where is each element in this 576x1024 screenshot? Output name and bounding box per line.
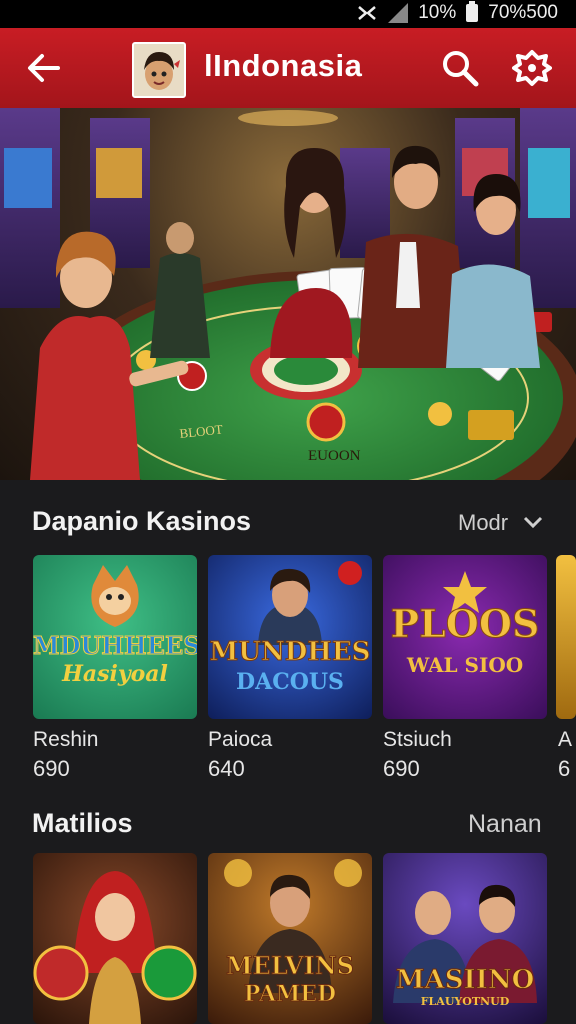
card-logo: MASIINO	[395, 965, 535, 996]
game-card-5[interactable]	[33, 853, 197, 1024]
game-card-3[interactable]: PLOOS WAL SIOO	[383, 555, 547, 719]
card-title: A	[558, 728, 573, 751]
card-logo: MUNDHES	[209, 637, 371, 668]
battery-icon	[466, 1, 479, 22]
battery-percent: 70%500	[488, 2, 558, 23]
app-bar: lIndonasia	[0, 28, 576, 108]
game-card-6[interactable]: MELVINS PAMED	[208, 853, 372, 1024]
card-value: 690	[383, 756, 420, 781]
game-card-2[interactable]: MUNDHES DACOUS	[208, 555, 372, 719]
section-title-popular: Dapanio Kasinos	[32, 506, 252, 536]
search-icon[interactable]	[440, 48, 480, 88]
card-logo-sub: PAMED	[243, 981, 337, 1008]
card-logo-sub: Hasiyoal	[62, 661, 168, 687]
card-logo-sub: DACOUS	[236, 669, 344, 695]
card-title: Paioca	[208, 728, 273, 751]
chevron-down-icon[interactable]	[522, 512, 544, 537]
card-title: Reshin	[33, 728, 99, 751]
game-card-1[interactable]: MDUHHEES Hasiyoal	[33, 555, 197, 719]
signal-icon	[388, 3, 409, 23]
table-print-euoon: EUOON	[308, 448, 361, 464]
card-logo: MDUHHEES	[33, 631, 197, 661]
card-title: Stsiuch	[383, 728, 452, 751]
battery-text: 10%	[418, 2, 457, 23]
settings-icon[interactable]	[512, 48, 552, 88]
card-value: 640	[208, 756, 245, 781]
game-card-7[interactable]: MASIINO FLAUYOTNUD	[383, 853, 547, 1024]
card-logo: MELVINS	[225, 951, 354, 981]
page-title: lIndonasia	[204, 48, 363, 83]
more-link-2[interactable]: Nanan	[468, 810, 542, 839]
card-value: 690	[33, 756, 70, 781]
back-arrow-icon[interactable]	[24, 50, 64, 86]
section-title-matches: Matilios	[32, 808, 133, 838]
status-bar: 10% 70%500	[0, 0, 576, 28]
sync-icon	[356, 3, 378, 23]
card-value: 6	[558, 756, 571, 781]
hero-banner[interactable]: EUOON BLOOT	[0, 108, 576, 480]
more-link[interactable]: Modr	[458, 510, 508, 536]
card-logo: PLOOS	[390, 601, 540, 647]
card-logo-sub: FLAUYOTNUD	[420, 995, 510, 1008]
card-logo-sub: WAL SIOO	[406, 653, 524, 677]
avatar[interactable]	[132, 42, 186, 98]
game-card-4[interactable]	[556, 555, 576, 719]
